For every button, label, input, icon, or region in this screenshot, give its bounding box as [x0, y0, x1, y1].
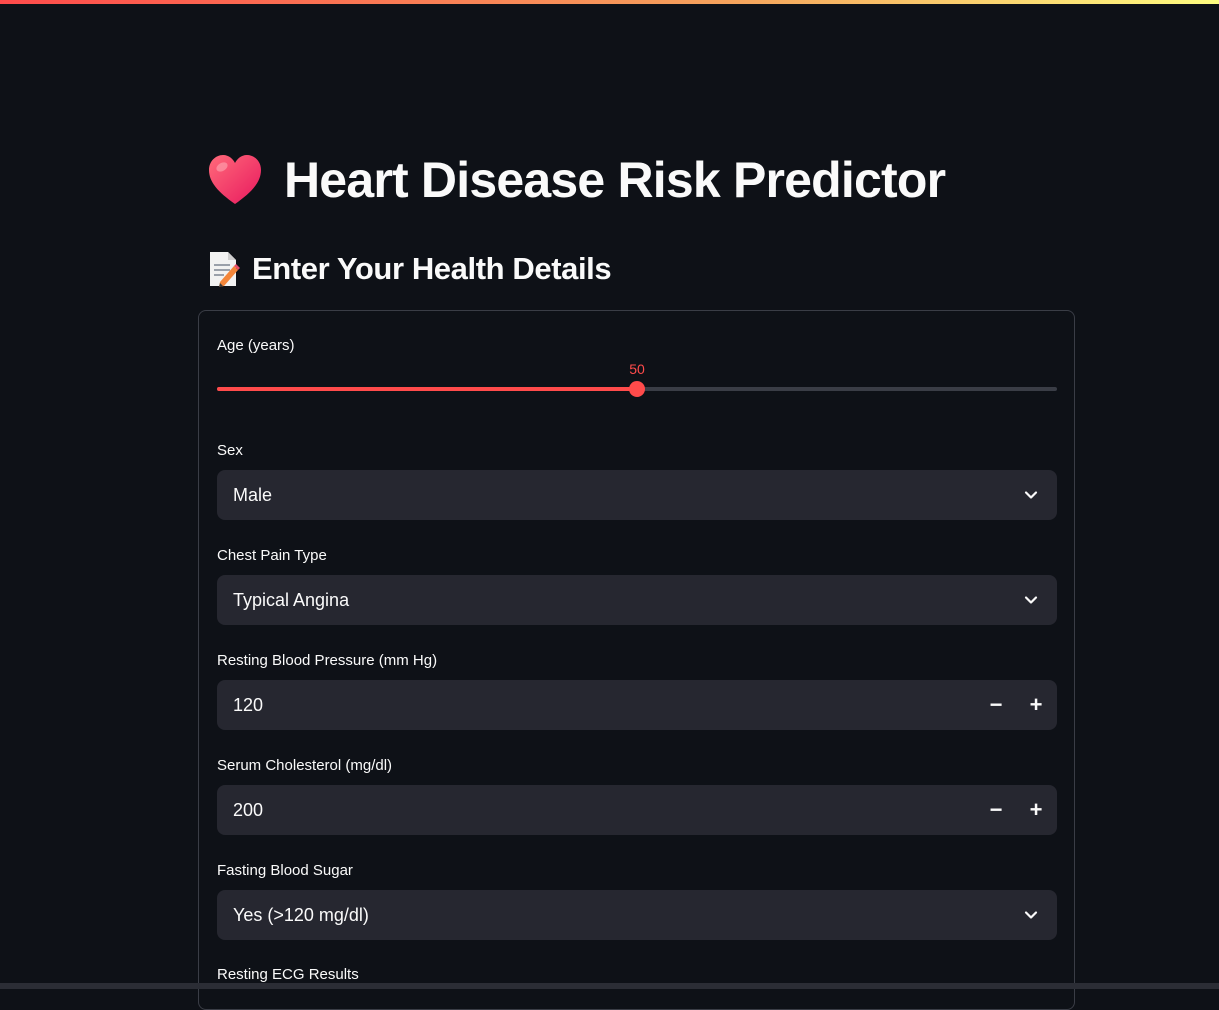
resting-bp-increment-button[interactable]: + — [1020, 689, 1052, 721]
app-title: Heart Disease Risk Predictor — [284, 152, 946, 208]
resting-ecg-label: Resting ECG Results — [217, 966, 359, 983]
resting-bp-decrement-button[interactable]: − — [980, 689, 1012, 721]
resting-bp-number-input[interactable]: 120 − + — [217, 680, 1057, 730]
heart-icon — [209, 155, 261, 204]
cholesterol-value[interactable]: 200 — [233, 785, 263, 835]
page-title: Heart Disease Risk Predictor — [206, 148, 946, 212]
resting-bp-value[interactable]: 120 — [233, 680, 263, 730]
cholesterol-number-input[interactable]: 200 − + — [217, 785, 1057, 835]
chest-pain-select[interactable]: Typical Angina — [217, 575, 1057, 625]
chevron-down-icon — [1024, 596, 1038, 604]
top-decoration-bar — [0, 0, 1219, 4]
cholesterol-label: Serum Cholesterol (mg/dl) — [217, 757, 393, 774]
chest-pain-selected-value: Typical Angina — [233, 590, 350, 610]
fasting-sugar-label: Fasting Blood Sugar — [217, 862, 353, 879]
fasting-sugar-selected-value: Yes (>120 mg/dl) — [233, 905, 369, 925]
bottom-bar — [0, 983, 1219, 989]
age-slider-fill — [217, 387, 637, 391]
chevron-down-icon — [1024, 491, 1038, 499]
fasting-sugar-select[interactable]: Yes (>120 mg/dl) — [217, 890, 1057, 940]
age-slider[interactable] — [217, 381, 1057, 397]
cholesterol-increment-button[interactable]: + — [1020, 794, 1052, 826]
age-slider-thumb[interactable] — [629, 381, 645, 397]
sex-label: Sex — [217, 442, 243, 459]
chest-pain-label: Chest Pain Type — [217, 547, 327, 564]
section-title: Enter Your Health Details — [252, 251, 612, 286]
sex-select[interactable]: Male — [217, 470, 1057, 520]
chevron-down-icon — [1024, 911, 1038, 919]
section-header: Enter Your Health Details — [206, 248, 612, 290]
health-form: Age (years) 50 Sex Male Chest Pain Type … — [198, 310, 1075, 1010]
age-label: Age (years) — [217, 337, 295, 354]
age-slider-value: 50 — [629, 361, 645, 377]
memo-pencil-icon — [210, 252, 240, 287]
sex-selected-value: Male — [233, 485, 273, 505]
resting-bp-label: Resting Blood Pressure (mm Hg) — [217, 652, 438, 669]
cholesterol-decrement-button[interactable]: − — [980, 794, 1012, 826]
